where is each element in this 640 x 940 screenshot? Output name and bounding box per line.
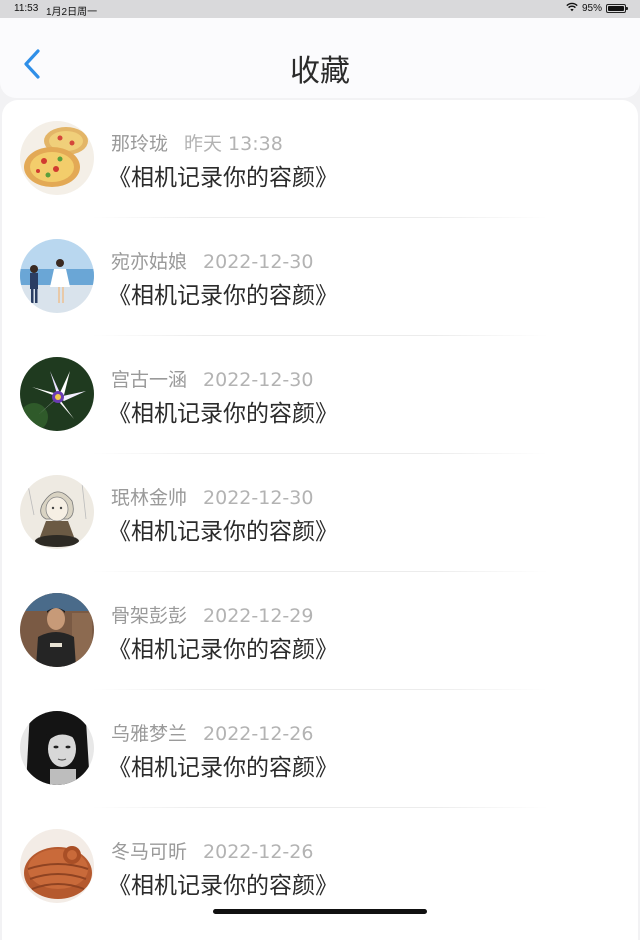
avatar: [20, 121, 94, 195]
item-meta: 乌雅梦兰 2022-12-26: [111, 719, 313, 746]
item-meta: 冬马可昕 2022-12-26: [111, 837, 313, 864]
item-title: 《相机记录你的容颜》: [108, 873, 338, 899]
post-time: 2022-12-30: [203, 369, 314, 391]
item-meta: 骨架彭彭 2022-12-29: [111, 601, 313, 628]
author-name: 那玲珑: [111, 133, 169, 155]
item-meta: 珉林金帅 2022-12-30: [111, 483, 313, 510]
item-meta: 宫古一涵 2022-12-30: [111, 365, 313, 392]
avatar: [20, 475, 94, 549]
list-item[interactable]: 珉林金帅 2022-12-30 《相机记录你的容颜》: [2, 454, 638, 572]
battery-icon: [606, 4, 628, 13]
item-meta: 那玲珑 昨天 13:38: [111, 129, 283, 156]
post-time: 2022-12-26: [203, 841, 314, 863]
home-indicator: [213, 909, 427, 914]
author-name: 乌雅梦兰: [111, 723, 188, 745]
post-time: 昨天 13:38: [184, 133, 283, 155]
avatar: [20, 829, 94, 903]
avatar: [20, 357, 94, 431]
item-title: 《相机记录你的容颜》: [108, 519, 338, 545]
list-item[interactable]: 宛亦姑娘 2022-12-30 《相机记录你的容颜》: [2, 218, 638, 336]
favorites-list: 那玲珑昨天 13:38 《相机记录你的容颜》 宛亦姑娘 2022-12-30: [2, 100, 638, 940]
item-title: 《相机记录你的容颜》: [108, 401, 338, 427]
status-time: 11:53: [14, 3, 39, 14]
list-item[interactable]: 那玲珑 昨天 13:38 《相机记录你的容颜》: [2, 100, 638, 218]
post-time: 2022-12-26: [203, 723, 314, 745]
avatar: [20, 593, 94, 667]
author-name: 骨架彭彭: [111, 605, 188, 627]
list-item[interactable]: 乌雅梦兰 2022-12-26 《相机记录你的容颜》: [2, 690, 638, 808]
wifi-icon: [566, 2, 578, 15]
status-bar: 11:53 1月2日周一 95%: [0, 0, 640, 18]
nav-header: 收藏: [0, 18, 640, 98]
list-item[interactable]: 骨架彭彭 2022-12-29 《相机记录你的容颜》: [2, 572, 638, 690]
item-title: 《相机记录你的容颜》: [108, 637, 338, 663]
item-meta: 宛亦姑娘 2022-12-30: [111, 247, 313, 274]
post-time: 2022-12-30: [203, 487, 314, 509]
page-title: 收藏: [290, 54, 350, 89]
avatar: [20, 239, 94, 313]
post-time: 2022-12-30: [203, 251, 314, 273]
author-name: 宫古一涵: [111, 369, 188, 391]
item-title: 《相机记录你的容颜》: [108, 283, 338, 309]
author-name: 冬马可昕: [111, 841, 188, 863]
author-name: 宛亦姑娘: [111, 251, 188, 273]
list-item[interactable]: 宫古一涵 2022-12-30 《相机记录你的容颜》: [2, 336, 638, 454]
status-date: 1月2日周一: [46, 7, 98, 18]
author-name: 珉林金帅: [111, 487, 188, 509]
status-indicators: 95%: [566, 2, 628, 15]
battery-percentage: 95%: [581, 3, 602, 14]
avatar: [20, 711, 94, 785]
post-time: 2022-12-29: [203, 605, 314, 627]
item-title: 《相机记录你的容颜》: [108, 165, 338, 191]
item-title: 《相机记录你的容颜》: [108, 755, 338, 781]
